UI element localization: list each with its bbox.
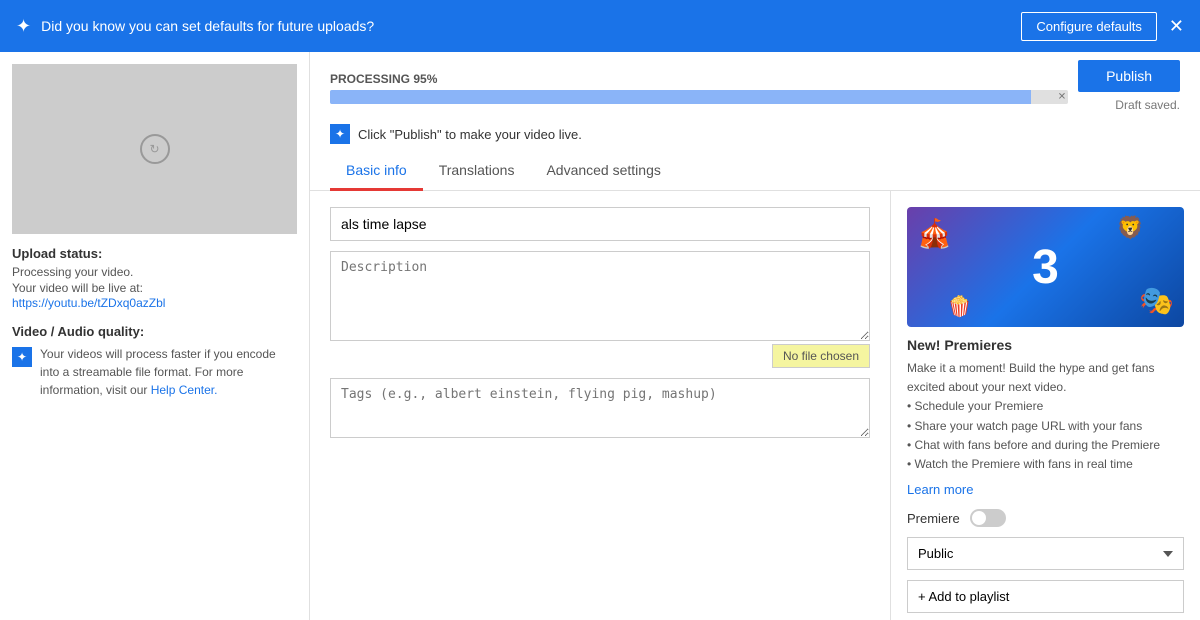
publish-tip: ✦ Click "Publish" to make your video liv…	[310, 116, 1200, 152]
emoji-right: 🎭	[1139, 284, 1174, 317]
premiere-row: Premiere	[907, 509, 1184, 527]
right-panel: 🎪 🦁 3 🍿 🎭 New! Premieres Make it a momen…	[890, 191, 1200, 620]
sidebar: ↻ Upload status: Processing your video. …	[0, 52, 310, 620]
banner-star-icon: ✦	[16, 16, 31, 37]
quality-section: Video / Audio quality: ✦ Your videos wil…	[12, 324, 297, 399]
video-preview: ↻	[12, 64, 297, 234]
premieres-banner: 🎪 🦁 3 🍿 🎭	[907, 207, 1184, 327]
progress-fill	[330, 90, 1031, 104]
upload-url-link[interactable]: https://youtu.be/tZDxq0azZbl	[12, 296, 165, 310]
video-spinner: ↻	[140, 134, 170, 164]
description-textarea[interactable]	[330, 251, 870, 341]
tab-advanced-settings[interactable]: Advanced settings	[530, 152, 676, 191]
premiere-label: Premiere	[907, 511, 960, 526]
banner-left: ✦ Did you know you can set defaults for …	[16, 16, 374, 37]
progress-section: PROCESSING 95% ✕	[330, 72, 1068, 104]
progress-label: PROCESSING 95%	[330, 72, 1068, 86]
file-row: No file chosen	[330, 344, 870, 368]
tip-star-icon: ✦	[330, 124, 350, 144]
help-center-link[interactable]: Help Center.	[151, 383, 218, 397]
configure-defaults-button[interactable]: Configure defaults	[1021, 12, 1157, 41]
emoji-bottom-left: 🍿	[947, 294, 972, 319]
publish-button[interactable]: Publish	[1078, 60, 1180, 92]
tab-basic-info[interactable]: Basic info	[330, 152, 423, 191]
quality-row: ✦ Your videos will process faster if you…	[12, 345, 297, 399]
quality-star-icon: ✦	[12, 347, 32, 367]
main-container: ↻ Upload status: Processing your video. …	[0, 52, 1200, 620]
upload-url-label: Your video will be live at:	[12, 281, 297, 295]
emoji-top-right: 🦁	[1117, 215, 1144, 241]
quality-text: Your videos will process faster if you e…	[40, 345, 297, 399]
title-input[interactable]	[330, 207, 870, 241]
bullet-4: Watch the Premiere with fans in real tim…	[907, 455, 1184, 474]
premiere-toggle[interactable]	[970, 509, 1006, 527]
tab-translations[interactable]: Translations	[423, 152, 531, 191]
info-banner: ✦ Did you know you can set defaults for …	[0, 0, 1200, 52]
upload-status-text: Processing your video.	[12, 265, 297, 279]
upload-status-label: Upload status:	[12, 246, 297, 261]
visibility-select[interactable]: Public Unlisted Private	[907, 537, 1184, 570]
draft-saved-text: Draft saved.	[1115, 94, 1180, 116]
banner-close-button[interactable]: ✕	[1169, 16, 1184, 37]
bullet-1: Schedule your Premiere	[907, 397, 1184, 416]
publish-header: PROCESSING 95% ✕ Publish Draft saved.	[310, 52, 1200, 116]
quality-label: Video / Audio quality:	[12, 324, 297, 339]
no-file-tooltip: No file chosen	[772, 344, 870, 368]
toggle-thumb	[972, 511, 986, 525]
learn-more-link[interactable]: Learn more	[907, 482, 1184, 497]
publish-right: Publish Draft saved.	[1078, 60, 1180, 116]
bullet-3: Chat with fans before and during the Pre…	[907, 436, 1184, 455]
banner-message: Did you know you can set defaults for fu…	[41, 18, 374, 34]
tags-textarea[interactable]	[330, 378, 870, 438]
emoji-left: 🎪	[917, 217, 952, 250]
banner-right: Configure defaults ✕	[1021, 12, 1184, 41]
tabs-bar: Basic info Translations Advanced setting…	[310, 152, 1200, 191]
premieres-desc: Make it a moment! Build the hype and get…	[907, 359, 1184, 474]
content-area: PROCESSING 95% ✕ Publish Draft saved. ✦ …	[310, 52, 1200, 620]
publish-tip-text: Click "Publish" to make your video live.	[358, 127, 582, 142]
progress-close-icon[interactable]: ✕	[1058, 92, 1066, 103]
premieres-title: New! Premieres	[907, 337, 1184, 353]
bullet-2: Share your watch page URL with your fans	[907, 417, 1184, 436]
content-body: No file chosen 🎪 🦁 3 🍿 🎭 New! Premieres …	[310, 191, 1200, 620]
form-area: No file chosen	[310, 191, 890, 620]
progress-bar: ✕	[330, 90, 1068, 104]
add-to-playlist-button[interactable]: + Add to playlist	[907, 580, 1184, 613]
premieres-number: 3	[1032, 240, 1059, 295]
spinner-icon: ↻	[149, 142, 159, 156]
